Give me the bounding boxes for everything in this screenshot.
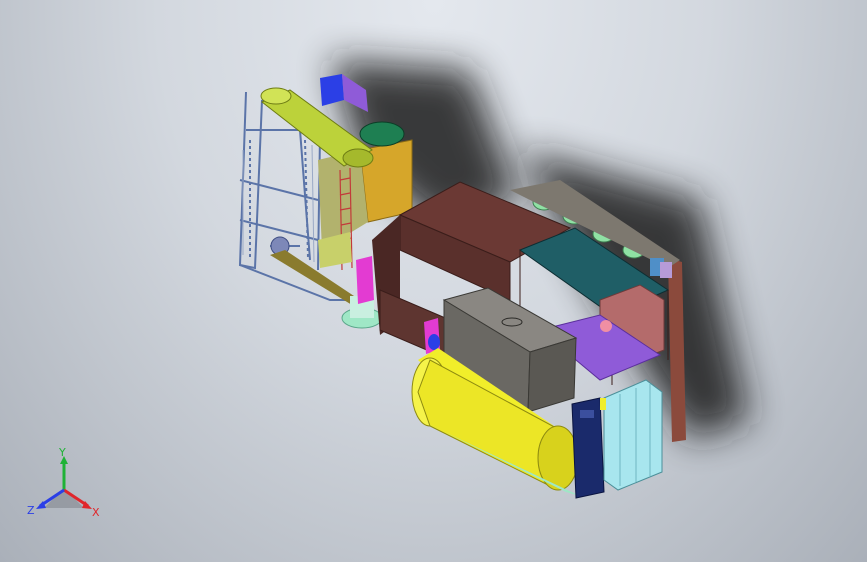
tower-magenta-panel[interactable] xyxy=(356,256,374,304)
top-gearbox[interactable] xyxy=(320,74,344,106)
assembly-model[interactable] xyxy=(0,0,867,562)
electrical-box-label xyxy=(580,410,594,418)
top-pulley[interactable] xyxy=(359,121,405,147)
cabinet-yellow-strip xyxy=(600,398,606,410)
control-cabinet[interactable] xyxy=(603,379,663,491)
z-axis-label: Z xyxy=(27,504,35,517)
y-axis-label: Y xyxy=(58,446,66,459)
blue-flange xyxy=(428,334,440,350)
x-axis-label: X xyxy=(92,506,100,519)
coordinate-triad[interactable]: Y X Z xyxy=(22,446,112,526)
cad-viewport[interactable]: Y X Z xyxy=(0,0,867,562)
pink-valve xyxy=(600,320,612,332)
